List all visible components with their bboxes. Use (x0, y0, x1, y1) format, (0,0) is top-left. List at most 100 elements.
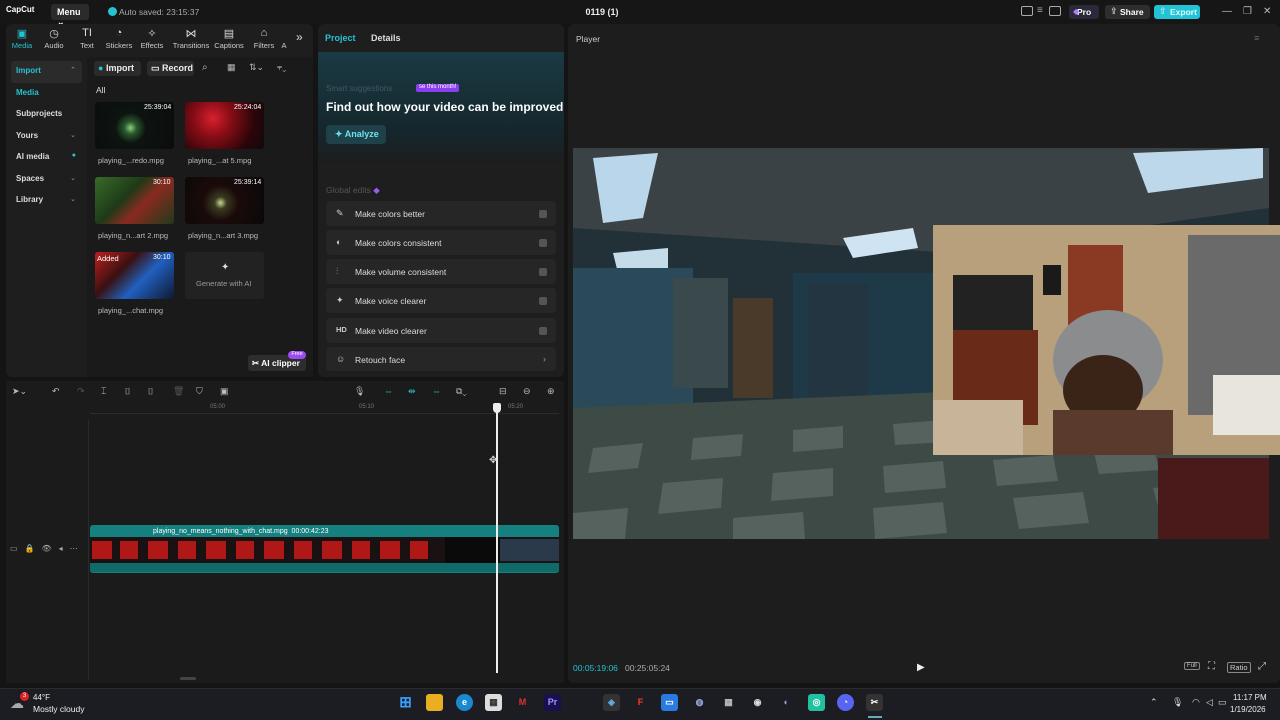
preview-axis-icon[interactable]: ⧉⌄ (456, 386, 467, 397)
playhead[interactable] (496, 404, 498, 673)
clock-time[interactable]: 11:17 PM (1233, 693, 1267, 702)
fit-screen-icon[interactable]: ⛶ (1208, 661, 1215, 672)
edit-row-video-clearer[interactable]: HD Make video clearer (326, 318, 556, 343)
tab-details[interactable]: Details (371, 33, 401, 43)
windows-start-icon[interactable]: ⊞ (397, 694, 414, 711)
track-controls[interactable]: ▭🔒👁◂⋯ (10, 544, 85, 553)
sidebar-item-spaces[interactable]: Spaces ⌄ (11, 169, 82, 191)
tab-transitions[interactable]: ⋈ Transitions (172, 27, 210, 50)
edit-row-voice-clearer[interactable]: ✦ Make voice clearer (326, 288, 556, 313)
trim-right-icon[interactable]: ⌷ (148, 386, 153, 397)
trim-left-icon[interactable]: ⌷ (125, 386, 130, 397)
filter-all[interactable]: All (96, 85, 105, 95)
player-menu-icon[interactable]: ≡ (1254, 33, 1259, 43)
more-tabs-icon[interactable]: » (296, 30, 303, 44)
zoom-in-icon[interactable]: ⊕ (547, 386, 555, 397)
edge-icon[interactable]: e (456, 694, 473, 711)
tab-adjust[interactable]: A (278, 27, 290, 50)
marker-icon[interactable]: ⛉ (196, 386, 203, 397)
search-icon[interactable]: ⌕ (202, 62, 208, 73)
chevron-up-icon[interactable]: ⌃ (1150, 697, 1158, 708)
calculator-icon[interactable]: ▦ (720, 694, 737, 711)
face-icon: ☺ (336, 354, 346, 364)
edit-row-volume-consistent[interactable]: ⫶ Make volume consistent (326, 259, 556, 284)
premiere-icon[interactable]: Pr (544, 694, 561, 711)
delete-icon[interactable]: 🗑 (173, 386, 184, 397)
ai-dot-icon: ● (71, 152, 76, 159)
sidebar-item-import[interactable]: Import ⌃ (11, 61, 82, 83)
edit-row-retouch-face[interactable]: ☺ Retouch face › (326, 347, 556, 371)
layout-menu-icon[interactable]: ≡ (1037, 5, 1043, 16)
sidebar-item-media[interactable]: Media (11, 83, 82, 105)
tab-effects[interactable]: ✧ Effects (137, 27, 167, 50)
ratio-button[interactable]: Ratio (1227, 662, 1251, 673)
link-icon[interactable]: ⇔ (384, 386, 393, 396)
wifi-icon[interactable]: ◠ (1192, 697, 1200, 708)
tab-text[interactable]: TI Text (72, 27, 102, 50)
sidebar-item-yours[interactable]: Yours ⌄ (11, 126, 82, 148)
ruler-label: 05:20 (508, 404, 524, 410)
grid-view-icon[interactable]: ▦ (227, 62, 236, 73)
analyze-button[interactable]: ✦ Analyze (326, 125, 386, 144)
maximize-icon[interactable]: ❐ (1243, 6, 1252, 17)
tab-media[interactable]: ▣ Media (7, 27, 37, 50)
clip-label: playing_no_means_nothing_with_chat.mpg 0… (153, 528, 329, 535)
davinci-icon[interactable]: ◈ (603, 694, 620, 711)
import-button[interactable]: ● Import (94, 61, 141, 76)
horizontal-scrollbar[interactable] (180, 677, 196, 680)
toggle-checkbox[interactable] (539, 327, 547, 335)
split-icon[interactable]: ⌶ (101, 386, 106, 397)
mcafee-icon[interactable]: M (514, 694, 531, 711)
zoom-fit-icon[interactable]: ⊟ (499, 386, 507, 397)
record-button[interactable]: ▭ Record (147, 61, 194, 76)
fullscreen-icon[interactable]: ⤢ (1258, 661, 1266, 672)
redo-icon[interactable]: ↷ (77, 386, 85, 397)
app-teal-icon[interactable]: ◎ (808, 694, 825, 711)
discord-icon[interactable]: ◔ (837, 694, 854, 711)
audio-app-icon[interactable]: ◍ (691, 694, 708, 711)
app-window-icon[interactable]: ▭ (661, 694, 678, 711)
sidebar-item-ai-media[interactable]: AI media ● (11, 147, 82, 169)
steam-icon[interactable]: ◐ (778, 694, 795, 711)
obs-icon[interactable]: ◉ (749, 694, 766, 711)
sidebar-item-subprojects[interactable]: Subprojects (11, 104, 82, 126)
undo-icon[interactable]: ↶ (52, 386, 60, 397)
volume-icon[interactable]: ◁ (1206, 697, 1213, 708)
capcut-taskbar-icon[interactable]: ✂ (866, 694, 883, 711)
tab-captions[interactable]: ▤ Captions (213, 27, 245, 50)
media-tool-icon[interactable]: ▣ (220, 386, 229, 397)
toggle-checkbox[interactable] (539, 297, 547, 305)
clock-date[interactable]: 1/19/2026 (1230, 705, 1266, 714)
sort-icon[interactable]: ⇅⌄ (249, 62, 264, 73)
edit-row-colors-consistent[interactable]: ◐ Make colors consistent (326, 230, 556, 255)
sidebar-item-library[interactable]: Library ⌄ (11, 190, 82, 212)
toggle-checkbox[interactable] (539, 268, 547, 276)
magnet-icon[interactable]: ⇹ (408, 386, 416, 397)
zoom-out-icon[interactable]: ⊖ (523, 386, 531, 397)
tab-audio[interactable]: ◷ Audio (39, 27, 69, 50)
minimize-icon[interactable]: — (1222, 6, 1232, 17)
microphone-icon[interactable]: 🎙 (354, 386, 365, 397)
tab-project[interactable]: Project (325, 33, 356, 43)
close-icon[interactable]: ✕ (1263, 6, 1271, 17)
layout-icon[interactable] (1021, 6, 1033, 16)
tab-filters[interactable]: ⌂ Filters (249, 27, 279, 50)
snap-icon[interactable]: ⇔ (432, 386, 441, 396)
full-icon[interactable]: Full (1184, 662, 1200, 670)
file-explorer-icon[interactable] (426, 694, 443, 711)
tab-stickers[interactable]: ◔ Stickers (104, 27, 134, 50)
toggle-checkbox[interactable] (539, 239, 547, 247)
filter-icon[interactable]: ⫧⌄ (277, 62, 286, 73)
generate-with-ai-card[interactable] (185, 252, 264, 299)
edit-row-colors-better[interactable]: ✎ Make colors better (326, 201, 556, 226)
select-tool-icon[interactable]: ➤⌄ (12, 386, 27, 397)
webcam-overlay[interactable] (933, 225, 1280, 455)
app-f-icon[interactable]: F (632, 694, 649, 711)
battery-icon[interactable]: ▭ (1218, 697, 1227, 708)
panel-icon[interactable] (1049, 6, 1061, 16)
microphone-tray-icon[interactable]: 🎙 (1172, 697, 1183, 708)
playhead-handle[interactable] (493, 403, 501, 413)
play-icon[interactable]: ▶ (917, 662, 925, 673)
store-icon[interactable]: ▦ (485, 694, 502, 711)
toggle-checkbox[interactable] (539, 210, 547, 218)
